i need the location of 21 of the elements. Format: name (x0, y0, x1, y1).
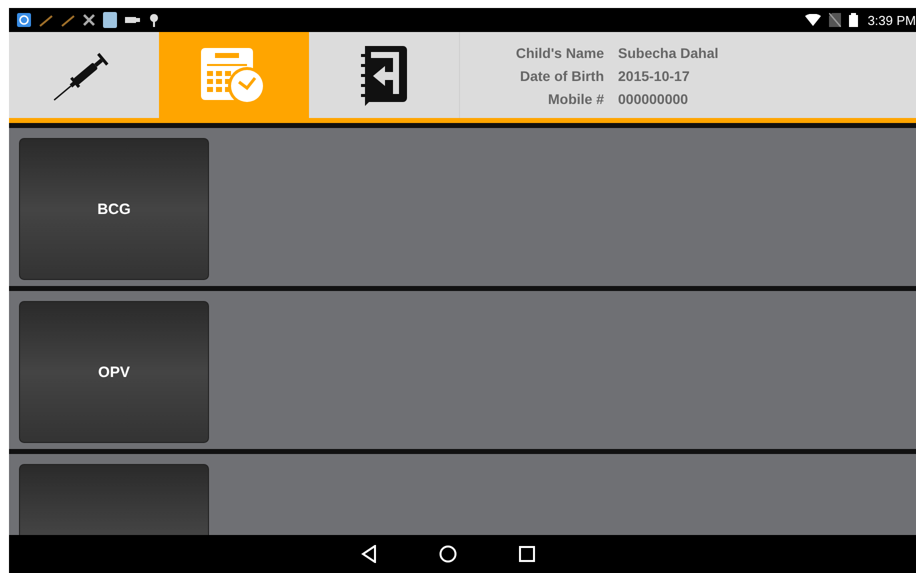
android-debug-icon (149, 13, 159, 27)
field-label: Mobile # (546, 91, 604, 107)
home-icon[interactable] (438, 545, 456, 563)
usb-icon (125, 15, 141, 25)
fingerprint-icon (103, 12, 117, 28)
app-icon (17, 13, 31, 27)
field-value: 000000000 (618, 91, 690, 107)
back-icon[interactable] (360, 545, 376, 563)
recents-icon[interactable] (518, 546, 534, 562)
wifi-icon (804, 14, 821, 26)
vaccine-button[interactable]: BCG (19, 138, 209, 280)
clock-time: 3:39 PM (868, 12, 916, 28)
cross-icon (83, 14, 95, 26)
field-label: Child's Name (514, 45, 604, 61)
field-value: 2015-10-17 (618, 68, 691, 84)
vaccine-button[interactable]: OPV (19, 301, 209, 443)
no-sim-icon (828, 13, 841, 27)
battery-icon (848, 13, 858, 27)
field-label: Date of Birth (519, 68, 604, 84)
notebook-arrow-icon (359, 44, 409, 106)
field-value: Subecha Dahal (618, 45, 720, 61)
